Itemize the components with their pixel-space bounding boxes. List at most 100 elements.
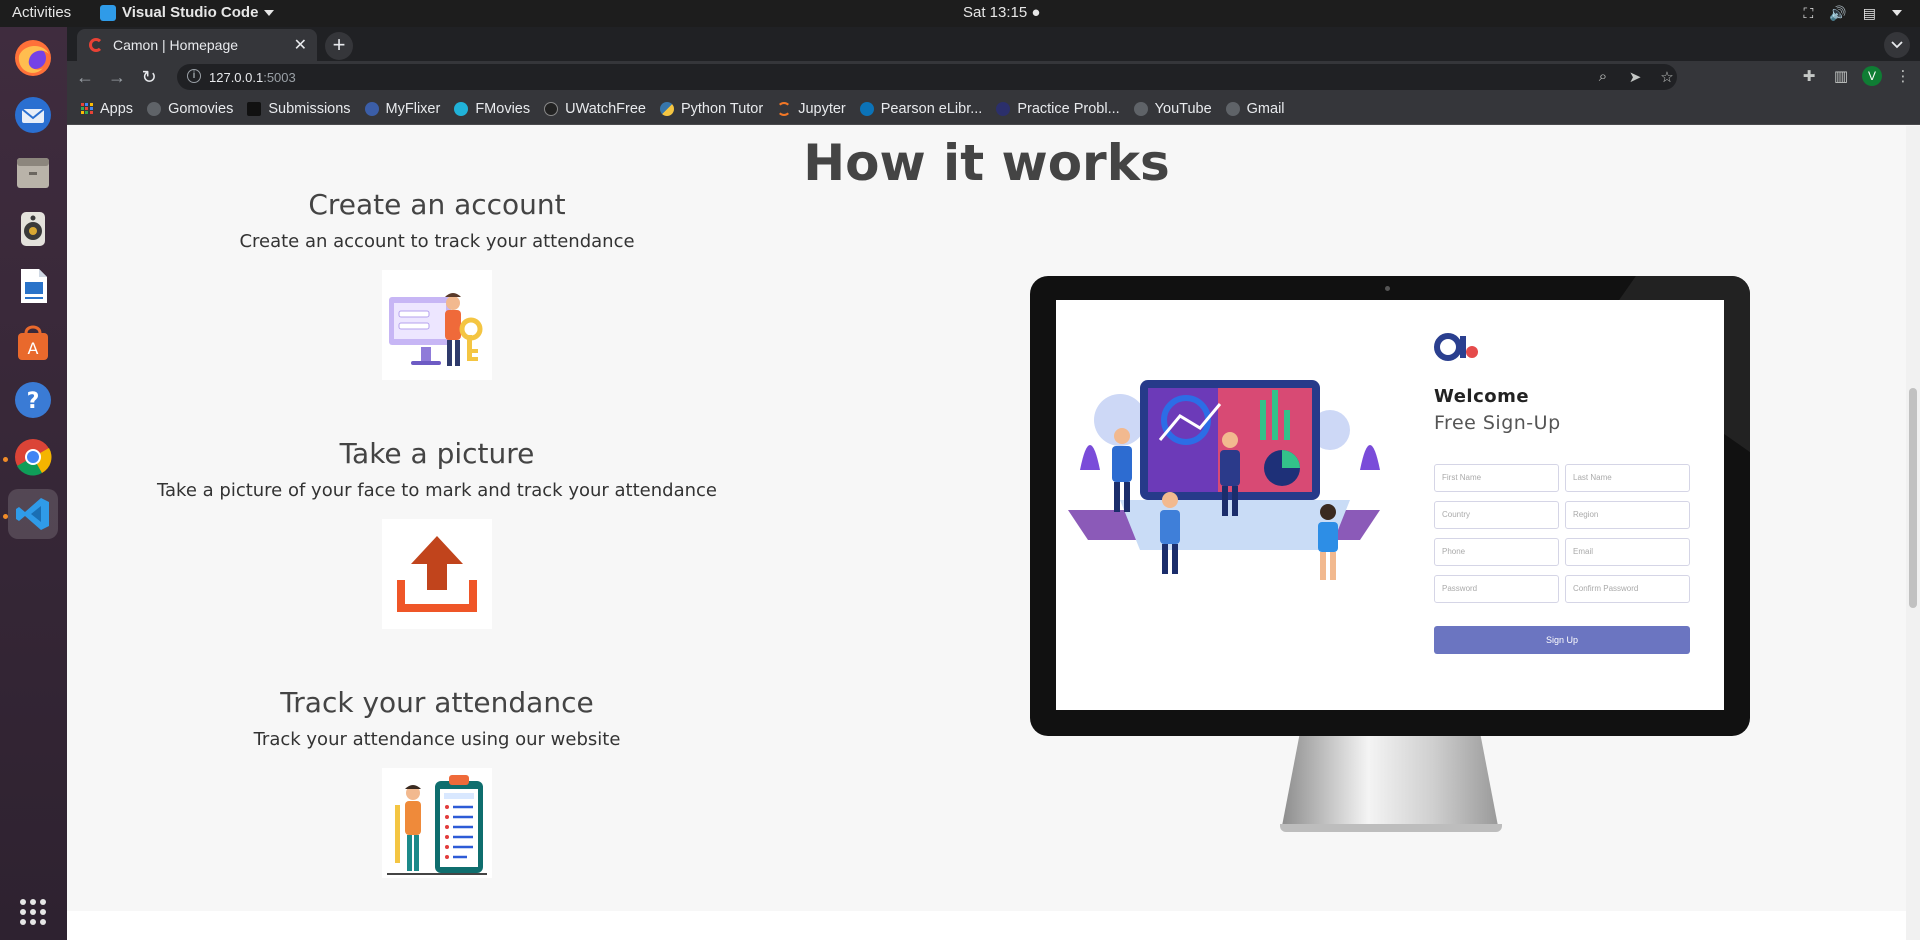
more-menu-icon[interactable]: ⋮	[1892, 67, 1914, 85]
confirm-password-field: Confirm Password	[1565, 575, 1690, 603]
clock[interactable]: Sat 13:15 ●	[963, 4, 1040, 21]
dock-files[interactable]	[8, 147, 58, 197]
pearson-icon	[859, 101, 874, 116]
activities-button[interactable]: Activities	[12, 4, 71, 21]
region-field: Region	[1565, 501, 1690, 529]
bookmark-label: YouTube	[1154, 100, 1212, 117]
tab-strip: Camon | Homepage ✕ +	[67, 27, 1920, 61]
send-icon[interactable]: ➤	[1625, 68, 1645, 86]
bookmark-label: Practice Probl...	[1017, 100, 1120, 117]
bookmark-jupyter[interactable]: Jupyter	[777, 101, 846, 117]
monitor-frame: Welcome Free Sign-Up First Name Last Nam…	[1030, 276, 1750, 736]
url-port: :5003	[263, 70, 296, 85]
bookmark-label: Gmail	[1246, 100, 1285, 117]
globe-icon	[1133, 101, 1148, 116]
page-viewport: How it works Create an account Create an…	[67, 126, 1920, 940]
dock-writer[interactable]	[8, 261, 58, 311]
step-description: Take a picture of your face to mark and …	[157, 480, 717, 501]
dock-thunderbird[interactable]	[8, 90, 58, 140]
page-title: How it works	[803, 134, 1170, 192]
new-tab-button[interactable]: +	[325, 32, 353, 60]
step-description: Track your attendance using our website	[253, 729, 621, 750]
browser-window: Camon | Homepage ✕ + ← → ↻ i 127.0.0.1:5…	[67, 27, 1920, 940]
help-icon: ?	[15, 382, 51, 418]
bookmark-apps[interactable]: Apps	[81, 101, 133, 117]
upload-icon	[397, 536, 477, 612]
network-icon: ⛶	[1803, 5, 1814, 21]
reload-button[interactable]: ↻	[137, 65, 161, 89]
globe-icon	[1225, 101, 1240, 116]
running-indicator	[3, 514, 8, 519]
webcam-dot	[1385, 286, 1390, 291]
bookmark-pearson[interactable]: Pearson eLibr...	[859, 101, 982, 117]
apps-grid-icon	[81, 102, 93, 115]
url-host: 127.0.0.1	[209, 70, 264, 85]
forward-button[interactable]: →	[105, 65, 129, 89]
step-track-attendance: Track your attendance Track your attenda…	[137, 686, 737, 878]
zoom-icon[interactable]: ⌕	[1593, 68, 1613, 86]
dock-software[interactable]: A	[8, 318, 58, 368]
last-name-field: Last Name	[1565, 464, 1690, 492]
dock-help[interactable]: ?	[8, 375, 58, 425]
phone-field: Phone	[1434, 538, 1559, 566]
tab-search-button[interactable]	[1884, 32, 1910, 58]
monitor-stand	[1282, 736, 1498, 826]
dock-rhythmbox[interactable]	[8, 204, 58, 254]
bookmark-submissions[interactable]: Submissions	[247, 101, 351, 117]
step-create-account: Create an account Create an account to t…	[137, 188, 737, 380]
brand-logo-icon	[1434, 333, 1478, 361]
clipboard-checklist-icon	[387, 775, 487, 875]
profile-avatar[interactable]: V	[1862, 66, 1882, 86]
jupyter-icon	[777, 101, 792, 116]
vscode-icon	[100, 4, 116, 21]
bookmark-gomovies[interactable]: Gomovies	[147, 101, 233, 117]
step-heading: Track your attendance	[280, 686, 594, 719]
app-menu[interactable]: Visual Studio Code	[100, 4, 275, 21]
step-heading: Take a picture	[339, 437, 535, 470]
bookmark-label: Gomovies	[168, 100, 234, 117]
film-reel-icon	[364, 101, 379, 116]
navigation-bar: ← → ↻ i 127.0.0.1:5003 ⌕ ➤ ☆ ✚ ▥ V ⋮	[67, 61, 1920, 93]
svg-text:A: A	[28, 339, 39, 358]
submissions-icon	[247, 101, 262, 116]
bookmark-fmovies[interactable]: FMovies	[454, 101, 530, 117]
close-tab-icon[interactable]: ✕	[294, 35, 307, 55]
play-icon	[454, 101, 469, 116]
signup-welcome: Welcome	[1434, 386, 1530, 407]
bookmark-star-icon[interactable]: ☆	[1657, 68, 1677, 86]
dock-firefox[interactable]	[8, 33, 58, 83]
address-bar[interactable]: i 127.0.0.1:5003 ⌕ ➤ ☆	[177, 64, 1677, 90]
dock-vscode[interactable]	[8, 489, 58, 539]
dock-chrome[interactable]	[8, 432, 58, 482]
firefox-icon	[15, 40, 51, 76]
thunderbird-icon	[15, 97, 51, 133]
bookmark-label: Python Tutor	[680, 100, 764, 117]
system-tray[interactable]: ⛶ 🔊 ▤	[1804, 5, 1902, 22]
bookmark-gmail[interactable]: Gmail	[1225, 100, 1285, 117]
monitor-screen: Welcome Free Sign-Up First Name Last Nam…	[1056, 300, 1724, 710]
bookmark-label: FMovies	[475, 100, 531, 117]
bookmark-youtube[interactable]: YouTube	[1133, 100, 1212, 117]
vscode-icon	[16, 498, 49, 530]
monitor-mockup: Welcome Free Sign-Up First Name Last Nam…	[1030, 276, 1750, 841]
signup-subtitle: Free Sign-Up	[1434, 412, 1561, 434]
chevron-down-icon	[1891, 41, 1903, 49]
tab-camon-homepage[interactable]: Camon | Homepage ✕	[77, 29, 317, 61]
system-top-bar: Activities Visual Studio Code Sat 13:15 …	[0, 0, 1920, 27]
next-section-edge	[67, 911, 1906, 940]
bookmark-python-tutor[interactable]: Python Tutor	[659, 100, 764, 117]
scrollbar-thumb[interactable]	[1909, 388, 1917, 608]
step-description: Create an account to track your attendan…	[239, 231, 635, 252]
page-scrollbar[interactable]	[1906, 126, 1920, 940]
clipboard-icon: ▤	[1862, 5, 1876, 21]
bookmark-uwatchfree[interactable]: UWatchFree	[544, 101, 646, 117]
site-info-icon[interactable]: i	[187, 69, 201, 83]
python-icon	[659, 101, 674, 116]
back-button[interactable]: ←	[73, 65, 97, 89]
bookmark-practice-problems[interactable]: Practice Probl...	[996, 100, 1120, 117]
extensions-icon[interactable]: ✚	[1798, 67, 1820, 85]
show-applications-button[interactable]	[8, 887, 58, 937]
side-panel-icon[interactable]: ▥	[1830, 67, 1852, 85]
bookmark-label: UWatchFree	[565, 100, 646, 117]
bookmark-myflixer[interactable]: MyFlixer	[364, 101, 440, 117]
